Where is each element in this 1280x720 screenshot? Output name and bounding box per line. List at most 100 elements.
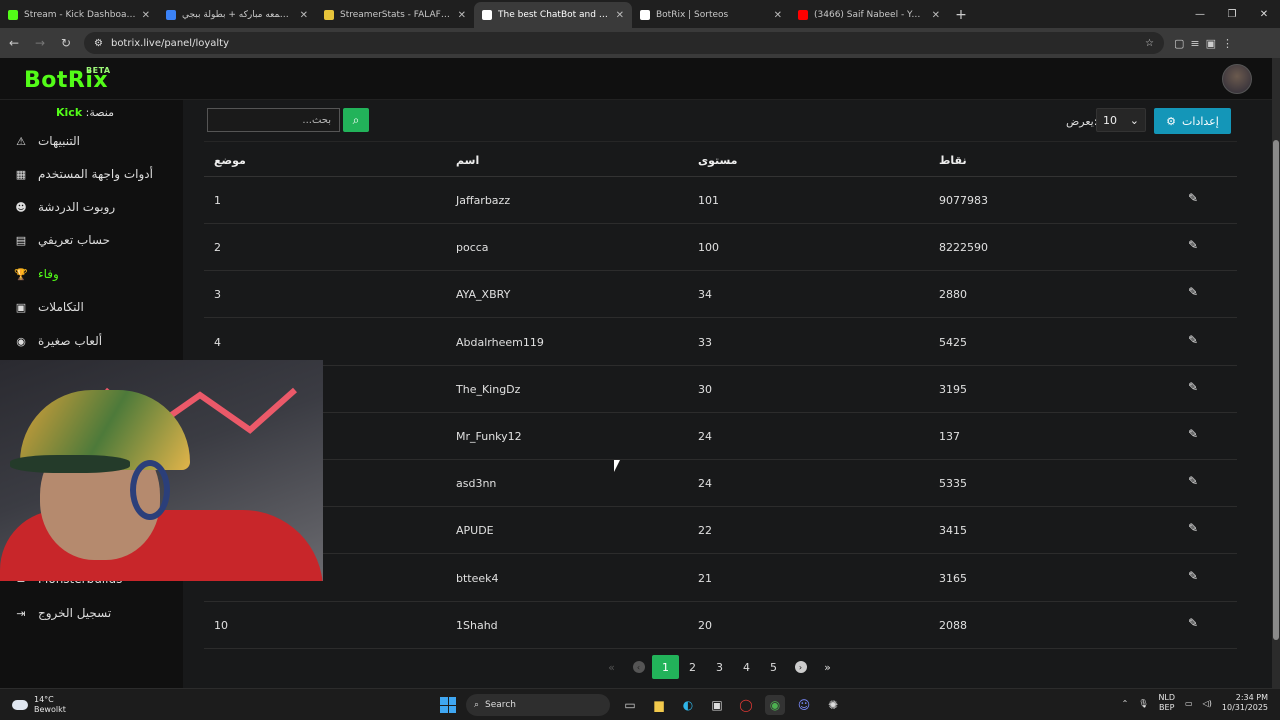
gamepad-icon: ◉ [16, 334, 26, 348]
url-field[interactable]: ⚙ botrix.live/panel/loyalty ☆ [84, 32, 1164, 54]
tray-chevron-icon[interactable]: ⌃ [1122, 699, 1129, 708]
minimize-icon[interactable]: — [1184, 0, 1216, 28]
last-page-icon[interactable]: » [814, 655, 841, 679]
volume-icon[interactable]: ◁) [1203, 699, 1212, 708]
store-icon[interactable]: ▣ [707, 695, 727, 715]
cell-points: 2880 [939, 288, 967, 302]
microphone-icon[interactable]: 🎙 [1138, 699, 1148, 708]
table-row: Mr_Funky12 24 137 ✎ [204, 413, 1237, 460]
per-page-select[interactable]: 10 ⌄ [1096, 108, 1146, 132]
page-number-button[interactable]: 1 [652, 655, 679, 679]
webcam-headset [130, 460, 170, 520]
search-input[interactable]: ...بحث [207, 108, 340, 132]
sidebar-item[interactable]: ▤ حساب تعريفي [14, 229, 110, 251]
tab-favicon-icon [798, 10, 808, 20]
menu-icon[interactable]: ⋮ [1222, 37, 1233, 50]
sidebar-item[interactable]: ☻ روبوت الدردشة [14, 196, 115, 218]
tab-close-icon[interactable]: ✕ [932, 10, 940, 21]
edit-pencil-icon[interactable]: ✎ [1188, 238, 1202, 254]
new-tab-icon[interactable]: + [948, 2, 974, 28]
sidebar-item[interactable]: ▦ أدوات واجهة المستخدم [14, 163, 153, 185]
settings-button[interactable]: ⚙ إعدادات [1154, 108, 1231, 134]
search-button[interactable]: ⌕ [343, 108, 369, 132]
sidebar-item[interactable]: ⚠ التنبيهات [14, 130, 80, 152]
windows-start-icon[interactable] [440, 697, 456, 713]
tab-close-icon[interactable]: ✕ [774, 10, 782, 21]
page-number-button[interactable]: 4 [733, 655, 760, 679]
sidebar-item-label: وفاء [38, 267, 59, 281]
translate-icon[interactable]: ▣ [1206, 37, 1216, 50]
reload-icon[interactable]: ↻ [54, 31, 78, 55]
chrome-icon[interactable]: ◉ [765, 695, 785, 715]
tab-close-icon[interactable]: ✕ [458, 10, 466, 21]
network-icon[interactable]: ▭ [1185, 699, 1193, 708]
cell-points: 5335 [939, 477, 967, 491]
page-number-button[interactable]: 2 [679, 655, 706, 679]
sidebar-item[interactable]: 🏆 وفاء [14, 263, 59, 285]
cell-rank: 4 [214, 335, 221, 349]
app-icon[interactable]: ✺ [823, 695, 843, 715]
extensions-icon[interactable]: ▢ [1174, 37, 1184, 50]
restore-icon[interactable]: ❐ [1216, 0, 1248, 28]
header-points: نقاط [939, 154, 967, 167]
cell-level: 22 [698, 524, 712, 538]
browser-tab[interactable]: The best ChatBot and Widgets ✕ [474, 2, 632, 28]
edit-pencil-icon[interactable]: ✎ [1188, 191, 1202, 207]
tab-close-icon[interactable]: ✕ [142, 10, 150, 21]
first-page-icon[interactable]: « [598, 655, 625, 679]
taskbar-search[interactable]: ⌕ Search [466, 694, 610, 716]
opera-icon[interactable]: ◯ [736, 695, 756, 715]
browser-tab[interactable]: StreamerStats - FALAFELCO Pro ✕ [316, 2, 474, 28]
robot-icon: ☻ [15, 200, 27, 214]
browser-tab[interactable]: (3466) Saif Nabeel - Ya Mahyou ✕ [790, 2, 948, 28]
next-page-button[interactable]: › [787, 655, 814, 679]
browser-tab[interactable]: جمعه مباركه + بطولة ببجي -im ✕ [158, 2, 316, 28]
discord-icon[interactable]: ☺ [794, 695, 814, 715]
edit-pencil-icon[interactable]: ✎ [1188, 285, 1202, 301]
file-explorer-icon[interactable]: ▆ [649, 695, 669, 715]
tab-close-icon[interactable]: ✕ [300, 10, 308, 21]
sidebar-item[interactable]: ▣ التكاملات [14, 296, 84, 318]
page-number-button[interactable]: 3 [706, 655, 733, 679]
sidebar-item[interactable]: ◉ ألعاب صغيرة [14, 330, 102, 352]
beta-badge: BETA [86, 66, 111, 75]
table-row: The_KingDz 30 3195 ✎ [204, 366, 1237, 413]
browser-tab[interactable]: BotRix | Sorteos ✕ [632, 2, 790, 28]
task-view-icon[interactable]: ▭ [620, 695, 640, 715]
browser-tab[interactable]: Stream - Kick Dashboard ✕ [0, 2, 158, 28]
media-icon[interactable]: ≡ [1190, 37, 1199, 50]
edit-pencil-icon[interactable]: ✎ [1188, 380, 1202, 396]
edit-pencil-icon[interactable]: ✎ [1188, 616, 1202, 632]
edge-icon[interactable]: ◐ [678, 695, 698, 715]
clock[interactable]: 2:34 PM 10/31/2025 [1222, 693, 1268, 713]
close-window-icon[interactable]: ✕ [1248, 0, 1280, 28]
page-scrollbar[interactable] [1272, 58, 1280, 688]
tab-title: The best ChatBot and Widgets [498, 10, 610, 20]
edit-pencil-icon[interactable]: ✎ [1188, 427, 1202, 443]
clock-time: 2:34 PM [1235, 693, 1268, 702]
site-info-icon[interactable]: ⚙ [94, 38, 103, 49]
language-indicator[interactable]: NLD BEP [1158, 693, 1175, 713]
back-icon[interactable]: ← [2, 31, 26, 55]
sidebar-item[interactable]: ⇥ تسجيل الخروج [14, 602, 111, 624]
cell-name: The_KingDz [456, 382, 521, 396]
tab-close-icon[interactable]: ✕ [616, 10, 624, 21]
edit-pencil-icon[interactable]: ✎ [1188, 474, 1202, 490]
edit-pencil-icon[interactable]: ✎ [1188, 521, 1202, 537]
forward-icon[interactable]: → [28, 31, 52, 55]
cell-name: btteek4 [456, 571, 499, 585]
cell-name: pocca [456, 241, 489, 255]
table-row: APUDE 22 3415 ✎ [204, 507, 1237, 555]
cell-level: 24 [698, 477, 712, 491]
botrix-logo[interactable]: BotRix BETA [24, 66, 111, 93]
tab-favicon-icon [482, 10, 492, 20]
edit-pencil-icon[interactable]: ✎ [1188, 569, 1202, 585]
bookmark-star-icon[interactable]: ☆ [1145, 38, 1154, 49]
scrollbar-thumb[interactable] [1273, 140, 1279, 640]
user-avatar[interactable] [1222, 64, 1252, 94]
weather-widget[interactable]: 14°C Bewolkt [12, 695, 66, 715]
sidebar-item-label: حساب تعريفي [38, 233, 111, 247]
prev-page-button[interactable]: ‹ [625, 655, 652, 679]
page-number-button[interactable]: 5 [760, 655, 787, 679]
edit-pencil-icon[interactable]: ✎ [1188, 333, 1202, 349]
